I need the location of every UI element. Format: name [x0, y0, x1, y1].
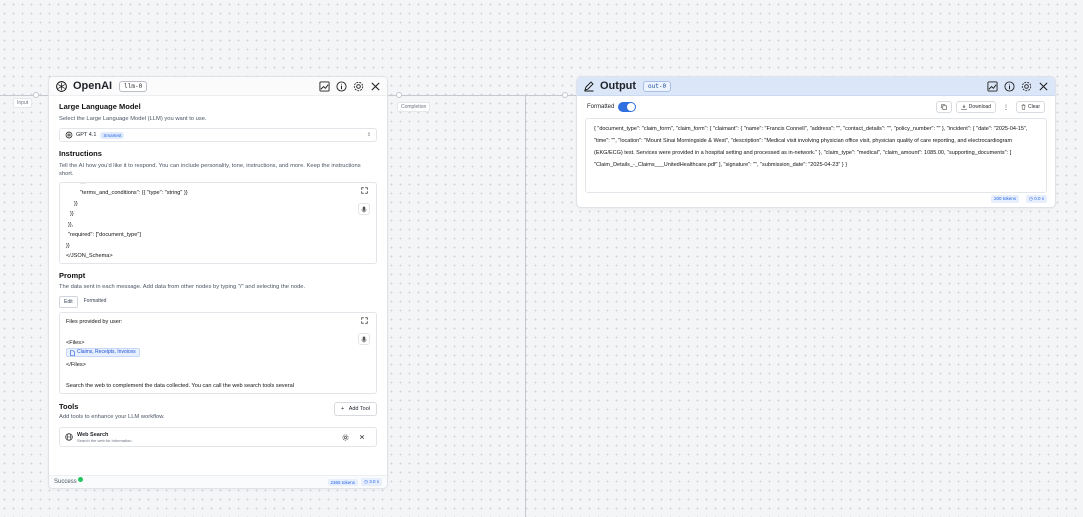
instructions-textarea[interactable]: """ "terms_and_conditions": {{ "type": "…	[59, 182, 377, 264]
download-button[interactable]: Download	[955, 101, 997, 113]
output-port-in[interactable]	[562, 92, 568, 98]
prompt-description: The data sent in each message. Add data …	[59, 284, 306, 290]
gear-icon[interactable]	[353, 81, 364, 92]
select-chevron-icon: ⇕	[366, 132, 371, 138]
close-icon[interactable]	[1038, 81, 1049, 92]
model-section-title: Large Language Model	[59, 102, 141, 111]
token-count-badge: 2365 tokens	[327, 478, 359, 486]
tool-item-web-search[interactable]: Web Search Search the web for informatio…	[59, 427, 377, 447]
close-icon[interactable]	[370, 81, 381, 92]
input-port-label: Input	[13, 98, 33, 108]
tab-formatted[interactable]: Formatted	[80, 296, 111, 308]
file-reference-chip[interactable]: Claims, Receipts, Invoices	[66, 348, 140, 357]
copy-icon	[941, 104, 947, 110]
clock-icon: ◷	[364, 479, 368, 484]
instructions-line: "required": ["document_type"]	[68, 232, 141, 238]
llm-node[interactable]: OpenAI llm-0 Large Language Model Select…	[48, 76, 388, 489]
clear-button[interactable]: Clear	[1016, 101, 1045, 113]
divider-wire	[525, 96, 526, 517]
file-icon	[70, 349, 75, 356]
clear-label: Clear	[1028, 104, 1040, 110]
llm-node-header[interactable]: OpenAI llm-0	[49, 77, 387, 96]
globe-icon	[65, 433, 73, 441]
settings-icon[interactable]	[342, 434, 349, 441]
image-icon[interactable]	[319, 80, 330, 92]
formatted-toggle[interactable]	[618, 102, 637, 112]
info-icon[interactable]	[336, 80, 347, 92]
instructions-line: }}	[74, 200, 78, 207]
output-node-header[interactable]: Output out-0	[577, 77, 1055, 96]
info-icon[interactable]	[1004, 80, 1015, 92]
plus-icon: +	[340, 406, 345, 412]
instructions-line: </JSON_Schema>	[66, 253, 113, 259]
output-time-value: 0.0 s	[1034, 196, 1044, 201]
tool-description: Search the web for information.	[77, 437, 133, 443]
output-text-area[interactable]: { "document_type": "claim_form", "claim_…	[585, 118, 1047, 193]
openai-model-icon	[65, 131, 73, 139]
copy-button[interactable]	[935, 101, 952, 113]
more-options-icon[interactable]: ⋮	[1000, 104, 1012, 111]
tools-title: Tools	[59, 402, 79, 411]
llm-node-footer: Success 2365 tokens ◷ 3.0 s	[49, 475, 387, 488]
microphone-icon	[361, 205, 367, 213]
model-badge: Smartest	[100, 131, 125, 139]
remove-icon[interactable]	[359, 434, 365, 440]
time-badge: ◷ 3.0 s	[361, 478, 382, 486]
output-text: { "document_type": "claim_form", "claim_…	[594, 126, 1028, 168]
pencil-icon	[584, 81, 594, 92]
output-node-title: Output	[600, 80, 637, 92]
llm-node-id: llm-0	[119, 80, 148, 92]
status-text: Success	[54, 479, 77, 485]
microphone-icon	[361, 335, 367, 343]
gear-icon[interactable]	[1021, 81, 1032, 92]
tab-edit[interactable]: Edit	[59, 296, 78, 308]
model-name: GPT 4.1	[76, 132, 97, 138]
instructions-line: }},	[68, 221, 74, 228]
model-select[interactable]: GPT 4.1 Smartest ⇕	[59, 128, 377, 142]
openai-logo-icon	[56, 80, 67, 92]
status-dot	[77, 477, 83, 482]
add-tool-label: Add Tool	[348, 406, 370, 412]
prompt-line: Search the web to complement the data co…	[66, 382, 294, 389]
output-node-id: out-0	[643, 80, 672, 92]
output-time-badge: ◷ 0.0 s	[1026, 195, 1047, 203]
add-tool-button[interactable]: + Add Tool	[333, 402, 377, 416]
prompt-line: </Files>	[66, 362, 86, 368]
expand-icon[interactable]	[360, 317, 368, 324]
tools-description: Add tools to enhance your LLM workflow.	[59, 414, 165, 420]
instructions-description: Tell the AI how you'd like it to respond…	[59, 163, 361, 177]
download-icon	[961, 104, 967, 110]
llm-node-title: OpenAI	[73, 80, 113, 92]
file-reference-label: Claims, Receipts, Invoices	[77, 349, 136, 356]
prompt-title: Prompt	[59, 271, 86, 280]
input-port[interactable]	[33, 92, 39, 98]
completion-wire	[388, 95, 577, 96]
instructions-line: }}	[70, 211, 74, 217]
output-node[interactable]: Output out-0 Formatted Download ⋮ Clear	[576, 76, 1056, 208]
image-icon[interactable]	[987, 80, 998, 92]
download-label: Download	[968, 104, 992, 110]
prompt-line: Files provided by user:	[66, 319, 123, 325]
output-token-count-badge: 200 tokens	[991, 195, 1020, 203]
time-value: 3.0 s	[369, 479, 379, 484]
formatted-label: Formatted	[587, 104, 615, 110]
completion-port-label: Completion	[397, 102, 431, 112]
microphone-button[interactable]	[358, 203, 370, 215]
instructions-title: Instructions	[59, 149, 102, 158]
expand-icon[interactable]	[360, 187, 368, 194]
microphone-button[interactable]	[358, 333, 370, 345]
instructions-line: "terms_and_conditions": {{ "type": "stri…	[80, 190, 188, 196]
clock-icon: ◷	[1029, 196, 1033, 201]
input-wire	[0, 95, 50, 96]
prompt-textarea[interactable]: Files provided by user: <Files> Claims, …	[59, 312, 377, 394]
trash-icon	[1021, 104, 1026, 110]
completion-port-out[interactable]	[396, 92, 402, 98]
model-section-description: Select the Large Language Model (LLM) yo…	[59, 116, 207, 122]
instructions-line: }}	[66, 242, 70, 249]
